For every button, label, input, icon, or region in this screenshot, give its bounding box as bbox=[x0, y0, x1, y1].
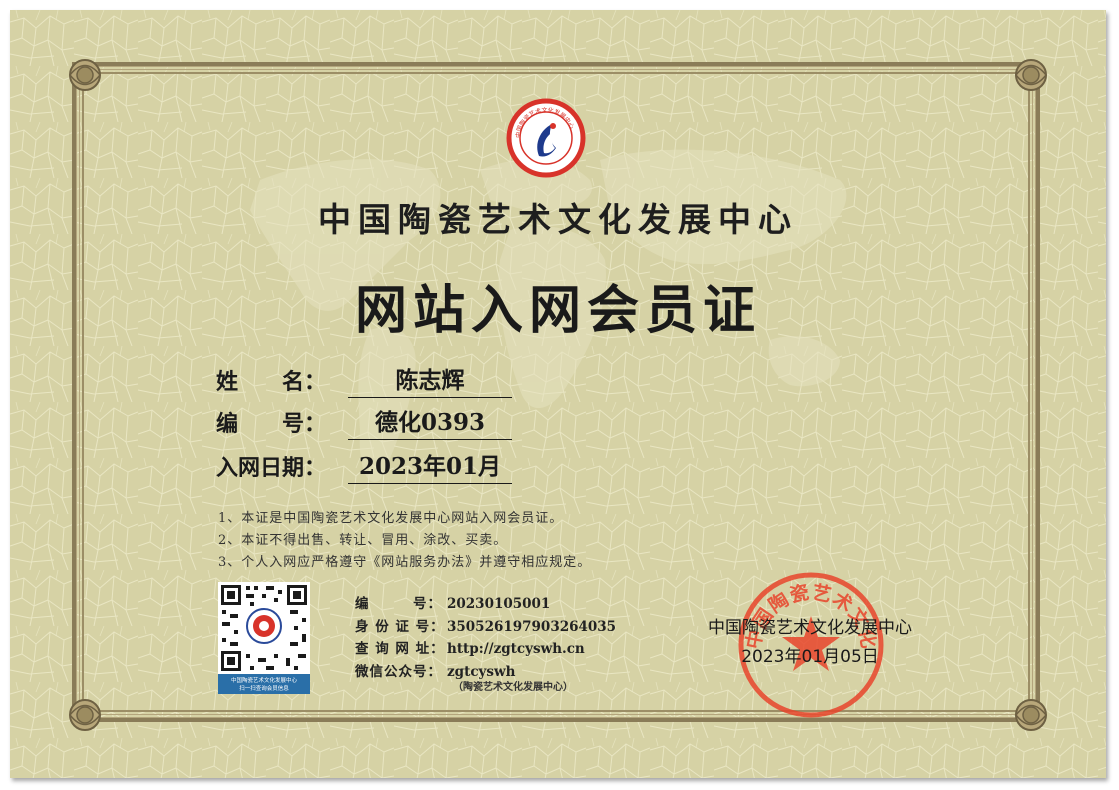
corner-ornament-top-left-icon bbox=[69, 59, 101, 91]
emblem-logo-icon: 中国陶瓷艺术文化发展中心 bbox=[506, 98, 586, 178]
qr-caption-line2: 扫一扫查询会员信息 bbox=[239, 684, 289, 692]
note-item: 2、本证不得出售、转让、冒用、涂改、买卖。 bbox=[218, 533, 508, 548]
info-value: 350526197903264035 bbox=[447, 618, 617, 635]
info-label: 微信公众号： bbox=[355, 663, 442, 680]
field-name-value: 陈志辉 bbox=[348, 361, 512, 398]
info-subtitle: （陶瓷艺术文化发展中心） bbox=[453, 682, 573, 693]
field-join-date-value: 2023年01月 bbox=[348, 447, 512, 484]
field-name: 姓 名： 陈志辉 bbox=[216, 364, 526, 400]
field-name-label: 姓 名： bbox=[216, 369, 327, 395]
issue-date: 2023年01月05日 bbox=[741, 647, 879, 667]
info-row: 身 份 证 号： 350526197903264035 bbox=[355, 615, 616, 638]
corner-ornament-bottom-right-icon bbox=[1015, 699, 1047, 731]
info-value: 20230105001 bbox=[447, 596, 551, 612]
info-label: 身 份 证 号： bbox=[355, 618, 445, 635]
organization-title: 中国陶瓷艺术文化发展中心 bbox=[318, 200, 798, 239]
field-number: 编 号： 德化0393 bbox=[216, 406, 526, 442]
info-block: 编 号： 20230105001 身 份 证 号： 3505261979032640… bbox=[355, 592, 616, 693]
info-value: http://zgtcyswh.cn bbox=[447, 641, 585, 657]
notes: 1、本证是中国陶瓷艺术文化发展中心网站入网会员证。 2、本证不得出售、转让、冒用… bbox=[218, 508, 591, 574]
field-number-label: 编 号： bbox=[216, 411, 327, 437]
issuer-name: 中国陶瓷艺术文化发展中心 bbox=[708, 618, 912, 638]
info-row: 编 号： 20230105001 bbox=[355, 592, 616, 615]
field-join-date-label: 入网日期： bbox=[216, 455, 327, 481]
issuer-block: 中国陶瓷艺术文化发展中心 2023年01月05日 bbox=[680, 614, 940, 672]
qr-code-icon: 中国陶瓷艺术文化发展中心 扫一扫查询会员信息 bbox=[218, 582, 310, 694]
info-label: 编 号： bbox=[355, 596, 442, 612]
certificate: 中国陶瓷艺术文化发展中心 中国陶瓷艺术文化发展中心 网站入网会员证 姓 名： 陈… bbox=[10, 10, 1106, 778]
qr-caption-line1: 中国陶瓷艺术文化发展中心 bbox=[231, 676, 298, 684]
certificate-title: 网站入网会员证 bbox=[354, 280, 761, 341]
note-item: 3、个人入网应严格遵守《网站服务办法》并遵守相应规定。 bbox=[218, 555, 592, 570]
field-number-value: 德化0393 bbox=[348, 403, 512, 440]
info-label: 查 询 网 址： bbox=[355, 641, 445, 657]
note-item: 1、本证是中国陶瓷艺术文化发展中心网站入网会员证。 bbox=[218, 511, 564, 526]
field-join-date: 入网日期： 2023年01月 bbox=[216, 450, 526, 486]
corner-ornament-bottom-left-icon bbox=[69, 699, 101, 731]
info-row: 查 询 网 址： http://zgtcyswh.cn bbox=[355, 637, 616, 660]
corner-ornament-top-right-icon bbox=[1015, 59, 1047, 91]
